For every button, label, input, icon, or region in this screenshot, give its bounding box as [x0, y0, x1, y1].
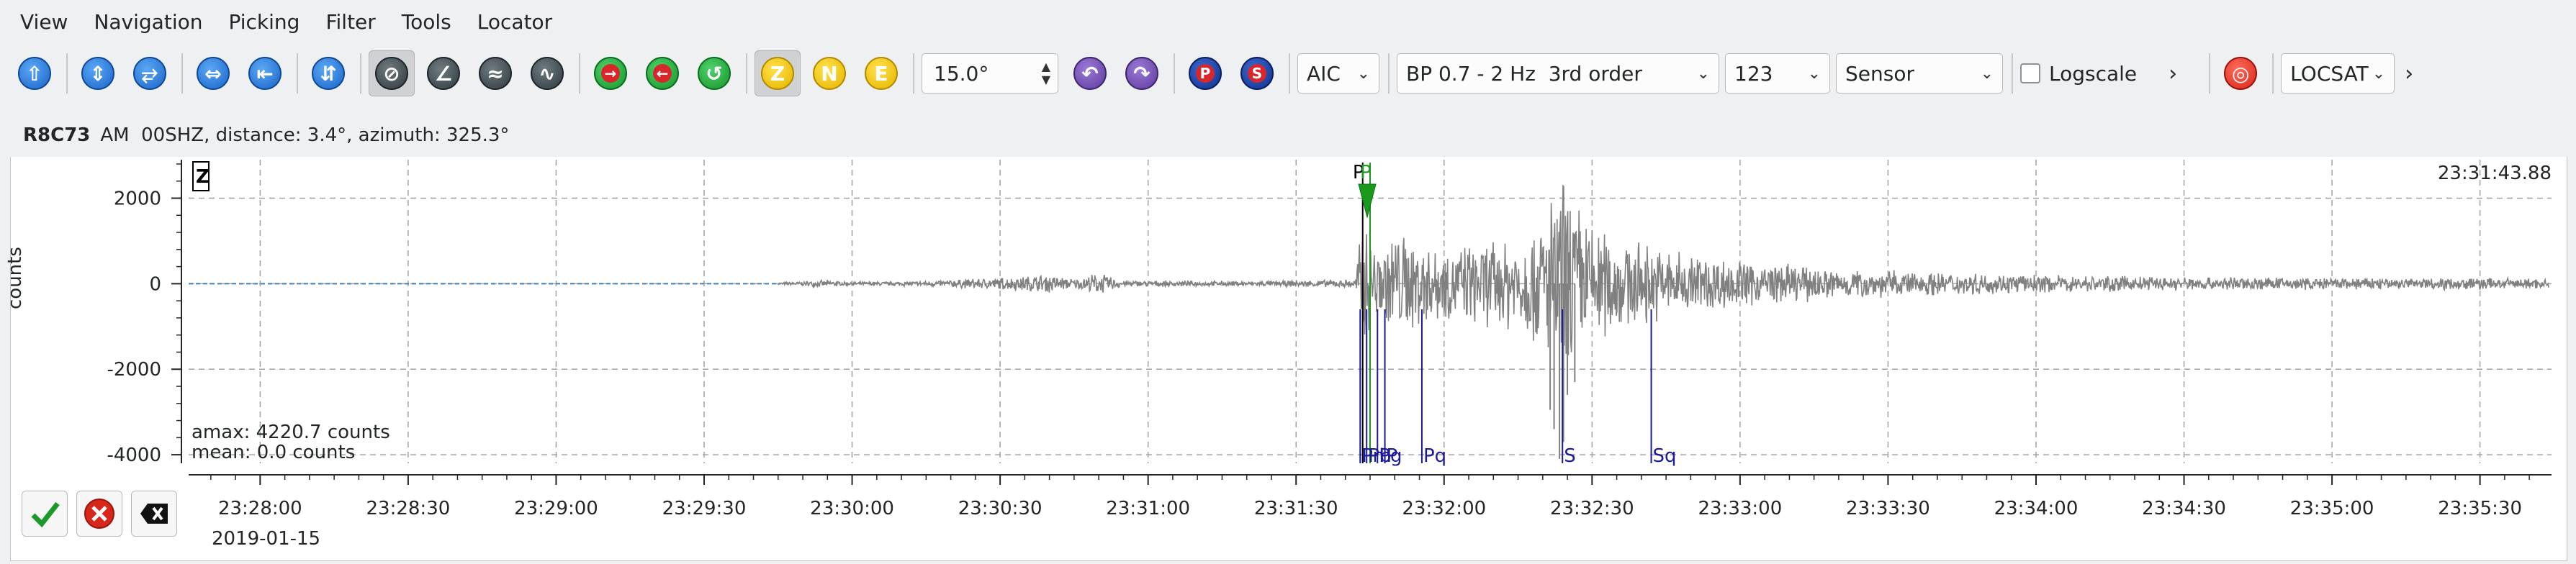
y-tick-label: 0 — [149, 273, 161, 295]
x-tick-label: 23:28:00 — [218, 498, 302, 519]
x-tick-label: 23:30:30 — [958, 498, 1042, 519]
plot-axes — [171, 160, 2552, 485]
x-tick-label: 23:34:00 — [1994, 498, 2079, 519]
pick-actions — [22, 491, 186, 537]
arrival-label: P — [1387, 445, 1398, 467]
x-tick-label: 23:32:00 — [1402, 498, 1486, 519]
pick-label: P — [1360, 162, 1372, 183]
x-tick-label: 23:35:00 — [2290, 498, 2374, 519]
x-tick-label: 23:34:30 — [2142, 498, 2226, 519]
y-tick-label: -4000 — [107, 445, 161, 466]
mean-label: mean: 0.0 counts — [192, 442, 355, 463]
trace-end-time: 23:31:43.88 — [2438, 163, 2552, 184]
reject-button[interactable] — [76, 491, 122, 537]
y-tick-label: -2000 — [107, 359, 161, 381]
x-tick-label: 23:30:00 — [810, 498, 894, 519]
component-tag: Z — [196, 166, 210, 188]
accept-button[interactable] — [22, 491, 68, 537]
checkmark-icon — [31, 501, 60, 528]
seismogram-plot[interactable]: PPPnPbPgP Pq S Sq 23:28:00 23:28:30 23:29:00 2… — [0, 0, 2576, 564]
x-tick-label: 23:32:30 — [1550, 498, 1634, 519]
x-tick-label: 23:31:00 — [1106, 498, 1190, 519]
axis-labels: 23:28:00 23:28:30 23:29:00 23:29:30 23:30:00… — [107, 188, 2522, 519]
cancel-icon — [84, 499, 114, 529]
x-tick-label: 23:29:30 — [662, 498, 747, 519]
arrival-label: S — [1564, 445, 1576, 467]
delete-picks-button[interactable] — [131, 491, 177, 537]
x-tick-label: 23:33:00 — [1698, 498, 1782, 519]
y-tick-label: 2000 — [114, 188, 161, 209]
erase-icon — [140, 504, 168, 524]
waveform-trace — [189, 184, 2549, 460]
arrival-label: Pq — [1423, 445, 1446, 467]
x-tick-label: 23:29:00 — [514, 498, 598, 519]
waveform-path — [778, 184, 2549, 355]
amax-label: amax: 4220.7 counts — [192, 422, 390, 443]
date-label: 2019-01-15 — [212, 528, 321, 550]
x-tick-label: 23:33:30 — [1846, 498, 1930, 519]
x-tick-label: 23:28:30 — [366, 498, 451, 519]
arrival-label: Sq — [1653, 445, 1677, 467]
x-tick-label: 23:31:30 — [1254, 498, 1338, 519]
x-tick-label: 23:35:30 — [2438, 498, 2522, 519]
pick-marker-arrow — [1358, 183, 1377, 219]
